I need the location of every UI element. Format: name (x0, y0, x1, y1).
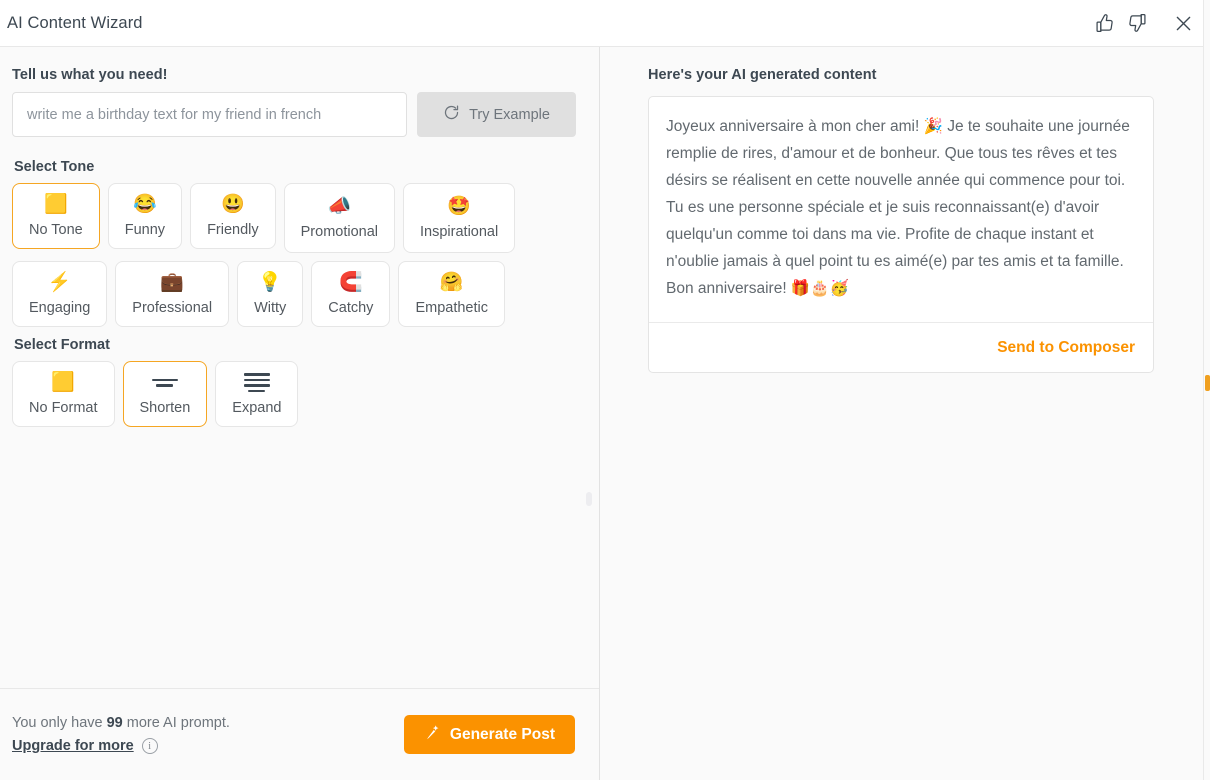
controls-scroll-area: Tell us what you need! Try Example Sel (0, 47, 599, 688)
no-tone-face-icon: 🟨 (44, 193, 68, 215)
tone-option-label: Inspirational (420, 224, 499, 240)
upgrade-row: Upgrade for more i (12, 738, 230, 754)
info-icon[interactable]: i (141, 738, 158, 754)
dialog-header: AI Content Wizard (0, 0, 1210, 47)
controls-scrollbar-thumb[interactable] (586, 492, 592, 506)
tone-option-friendly[interactable]: 😃 Friendly (190, 183, 276, 249)
lightning-bolt-icon: ⚡ (47, 271, 72, 293)
quota-suffix: more AI prompt. (122, 715, 230, 731)
controls-panel: Tell us what you need! Try Example Sel (0, 47, 600, 780)
tone-option-no-tone[interactable]: 🟨 No Tone (12, 183, 100, 249)
tone-option-label: No Tone (29, 222, 83, 238)
try-example-button[interactable]: Try Example (417, 92, 576, 137)
generate-post-button[interactable]: Generate Post (403, 715, 575, 754)
shorten-lines-icon (151, 372, 178, 393)
smiling-face-icon: 😃 (221, 193, 245, 215)
tone-option-promotional[interactable]: 📣 Promotional (283, 183, 396, 253)
tone-option-funny[interactable]: 😂 Funny (107, 183, 183, 249)
tone-option-label: Witty (254, 300, 287, 316)
page-title: AI Content Wizard (7, 13, 143, 32)
format-section-label: Select Format (14, 337, 110, 353)
format-options: 🟨 No Format Shorten Expand (12, 361, 587, 427)
result-panel: Here's your AI generated content Joyeux … (600, 47, 1210, 780)
hugging-face-icon: 🤗 (439, 271, 464, 293)
result-heading: Here's your AI generated content (648, 67, 877, 83)
no-format-face-icon: 🟨 (51, 371, 76, 393)
star-struck-icon: 🤩 (447, 195, 471, 217)
dialog-body: Tell us what you need! Try Example Sel (0, 47, 1210, 780)
try-example-label: Try Example (469, 106, 550, 123)
controls-footer: You only have 99 more AI prompt. Upgrade… (0, 688, 599, 780)
briefcase-icon: 💼 (160, 271, 185, 293)
tone-option-catchy[interactable]: 🧲 Catchy (311, 261, 391, 327)
prompt-label: Tell us what you need! (12, 67, 168, 83)
page-scrollbar[interactable] (1203, 0, 1210, 780)
format-option-label: Expand (232, 400, 282, 416)
tone-option-label: Engaging (29, 300, 91, 316)
result-text: Joyeux anniversaire à mon cher ami! 🎉 Je… (649, 97, 1153, 323)
thumbs-up-icon[interactable] (1090, 8, 1120, 38)
quota-block: You only have 99 more AI prompt. Upgrade… (12, 715, 230, 754)
magnet-icon: 🧲 (339, 271, 363, 293)
tone-option-professional[interactable]: 💼 Professional (115, 261, 230, 327)
tone-option-inspirational[interactable]: 🤩 Inspirational (403, 183, 516, 253)
tone-option-label: Funny (124, 222, 166, 238)
tone-option-label: Friendly (207, 222, 259, 238)
tone-option-empathetic[interactable]: 🤗 Empathetic (398, 261, 505, 327)
format-option-shorten[interactable]: Shorten (122, 361, 208, 427)
ai-content-wizard-dialog: AI Content Wizard Tell us what you need!… (0, 0, 1210, 780)
prompt-input[interactable] (12, 92, 407, 137)
upgrade-for-more-link[interactable]: Upgrade for more (12, 738, 134, 754)
quota-prefix: You only have (12, 715, 107, 731)
lightbulb-icon: 💡 (258, 271, 283, 293)
page-scrollbar-thumb[interactable] (1205, 375, 1210, 391)
laughing-face-icon: 😂 (133, 193, 157, 215)
format-option-no-format[interactable]: 🟨 No Format (12, 361, 115, 427)
format-option-label: No Format (29, 400, 98, 416)
send-to-composer-button[interactable]: Send to Composer (997, 339, 1135, 357)
result-actions: Send to Composer (649, 323, 1153, 372)
thumbs-down-icon[interactable] (1122, 8, 1152, 38)
tone-section-label: Select Tone (14, 159, 95, 175)
tone-option-label: Professional (132, 300, 213, 316)
tone-option-label: Catchy (328, 300, 374, 316)
header-actions (1090, 0, 1198, 46)
tone-options: 🟨 No Tone 😂 Funny 😃 Friendly 📣 Promotional 🤩 Insp… (12, 183, 587, 327)
prompt-row: Try Example (12, 92, 587, 137)
tone-option-label: Promotional (300, 224, 379, 240)
tone-option-witty[interactable]: 💡 Witty (237, 261, 304, 327)
megaphone-icon: 📣 (327, 195, 352, 217)
result-card: Joyeux anniversaire à mon cher ami! 🎉 Je… (648, 96, 1154, 373)
refresh-icon (443, 104, 460, 125)
tone-option-engaging[interactable]: ⚡ Engaging (12, 261, 108, 327)
close-icon[interactable] (1168, 8, 1198, 38)
quota-count: 99 (106, 715, 123, 731)
tone-option-label: Empathetic (415, 300, 488, 316)
magic-wand-icon (424, 723, 442, 746)
quota-text: You only have 99 more AI prompt. (12, 715, 230, 731)
generate-post-label: Generate Post (449, 725, 555, 743)
format-option-expand[interactable]: Expand (215, 361, 299, 427)
expand-lines-icon (243, 372, 270, 393)
format-option-label: Shorten (139, 400, 191, 416)
